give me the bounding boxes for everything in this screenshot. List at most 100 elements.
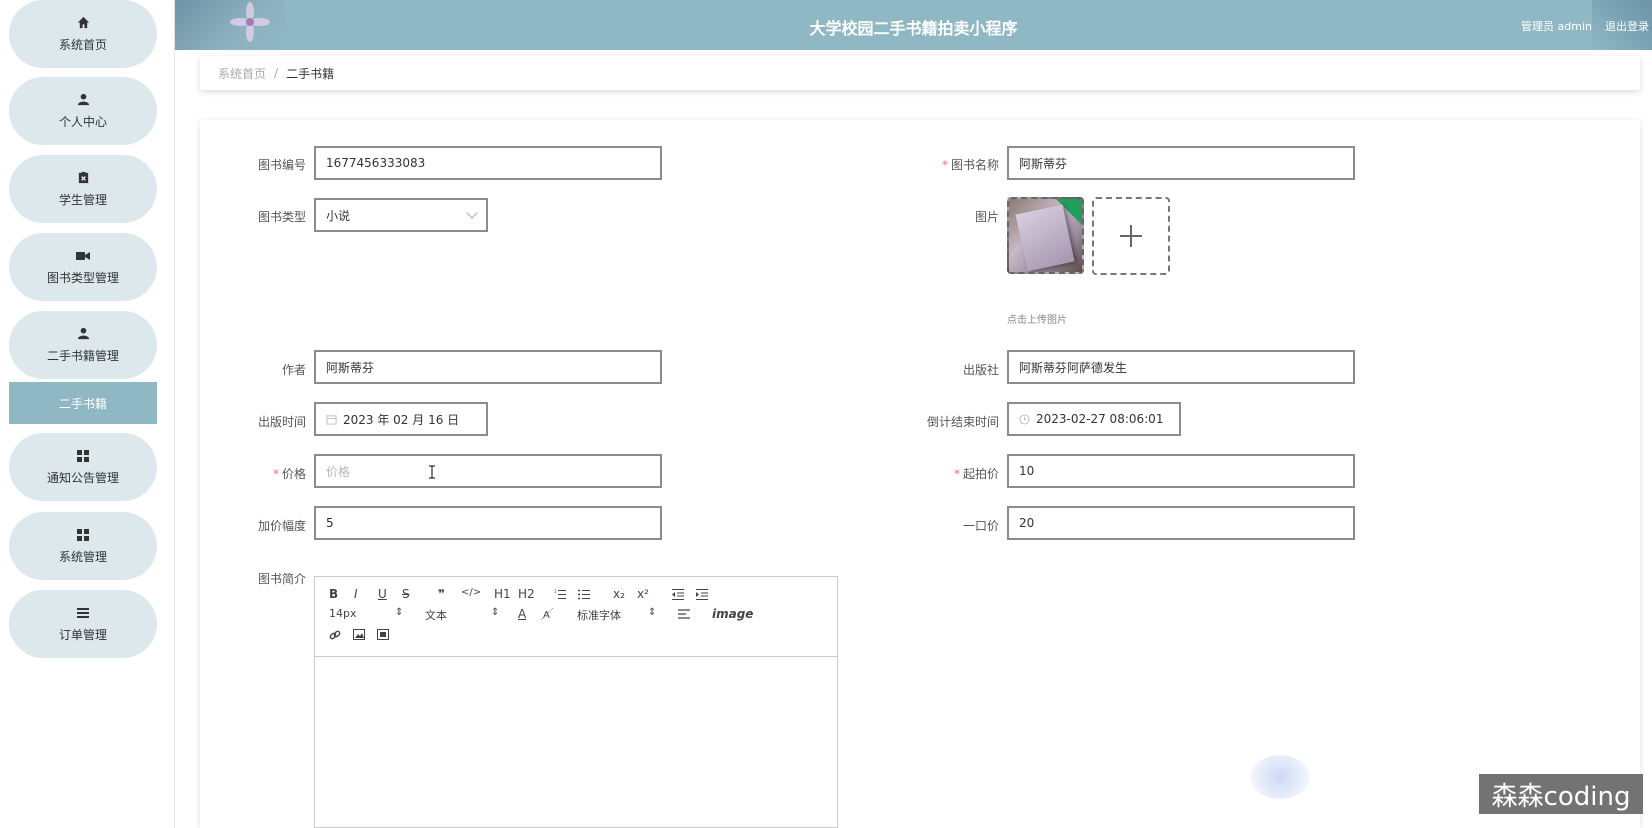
- svg-text:1: 1: [554, 589, 557, 594]
- increment-label: 加价幅度: [257, 519, 306, 533]
- italic-button[interactable]: I: [354, 587, 358, 601]
- editor-content[interactable]: [315, 657, 837, 827]
- camera-icon: [76, 249, 90, 263]
- editor-toolbar: B I U S ❞ </> H1 H2 1 x₂ x² 14px ⇕ 文本 ⇕ …: [315, 577, 837, 657]
- start-price-label: * 起拍价: [953, 467, 999, 481]
- font-family-arrows-icon: ⇕: [648, 607, 657, 618]
- breadcrumb-home[interactable]: 系统首页: [218, 65, 266, 82]
- top-header: 大学校园二手书籍拍卖小程序 管理员 admin 退出登录: [175, 0, 1652, 50]
- sidebar-item-profile[interactable]: 个人中心: [9, 77, 157, 145]
- grid-icon: [76, 449, 90, 463]
- price-label: * 价格: [272, 467, 306, 481]
- start-price-input[interactable]: 10: [1007, 454, 1355, 488]
- bold-button[interactable]: B: [329, 587, 338, 601]
- buyout-price-label: 一口价: [962, 519, 999, 533]
- bullet-list-icon[interactable]: [578, 589, 590, 600]
- blur-decoration: [1250, 755, 1310, 799]
- book-no-label: 图书编号: [257, 158, 306, 172]
- book-cover-image: [1015, 204, 1075, 272]
- image-label: 图片: [974, 210, 999, 224]
- grid-icon: [76, 528, 90, 542]
- increment-input[interactable]: 5: [314, 506, 662, 540]
- svg-text:A: A: [543, 610, 550, 620]
- publish-date-label: 出版时间: [257, 415, 306, 429]
- sidebar-item-students[interactable]: 学生管理: [9, 155, 157, 223]
- sidebar-item-book-types[interactable]: 图书类型管理: [9, 233, 157, 301]
- image-icon[interactable]: [353, 629, 365, 640]
- underline-button[interactable]: U: [378, 587, 387, 601]
- background-color-icon[interactable]: A: [541, 608, 553, 620]
- indent-icon[interactable]: [696, 589, 708, 600]
- publish-date-picker[interactable]: 2023 年 02 月 16 日: [314, 402, 488, 436]
- code-button[interactable]: </>: [461, 587, 481, 598]
- outdent-icon[interactable]: [672, 589, 684, 600]
- sidebar-item-label: 系统首页: [58, 37, 107, 52]
- book-type-label: 图书类型: [257, 210, 306, 224]
- quote-button[interactable]: ❞: [438, 587, 445, 601]
- chevron-down-icon: [466, 207, 478, 219]
- book-name-label: * 图书名称: [941, 158, 999, 172]
- sidebar-item-label: 个人中心: [58, 114, 107, 129]
- font-family-select[interactable]: 标准字体: [577, 607, 621, 623]
- user-icon: [76, 327, 90, 341]
- font-size-arrows-icon: ⇕: [395, 607, 404, 618]
- buyout-price-input[interactable]: 20: [1007, 506, 1355, 540]
- breadcrumb-current: 二手书籍: [286, 66, 335, 81]
- calendar-icon: [326, 414, 337, 425]
- sidebar-item-label: 系统管理: [58, 549, 107, 564]
- sidebar-item-label: 订单管理: [58, 627, 107, 642]
- sidebar-subitem-secondhand-books[interactable]: 二手书籍: [9, 382, 157, 424]
- book-no-input[interactable]: 1677456333083: [314, 146, 662, 180]
- book-type-select[interactable]: 小说: [314, 198, 488, 232]
- align-icon[interactable]: [678, 609, 690, 620]
- book-name-input[interactable]: 阿斯蒂芬: [1007, 146, 1355, 180]
- sidebar-subitem-label: 二手书籍: [58, 396, 107, 411]
- sidebar-item-system[interactable]: 系统管理: [9, 512, 157, 580]
- app-title: 大学校园二手书籍拍卖小程序: [809, 19, 1018, 38]
- sidebar-item-home[interactable]: 系统首页: [9, 0, 157, 68]
- book-image-thumbnail[interactable]: [1007, 197, 1084, 274]
- h2-button[interactable]: H2: [518, 587, 535, 601]
- sidebar-item-notices[interactable]: 通知公告管理: [9, 433, 157, 501]
- clear-format-button[interactable]: image: [712, 607, 753, 621]
- breadcrumb-separator: /: [274, 66, 279, 80]
- logout-link[interactable]: 退出登录: [1605, 18, 1649, 34]
- paragraph-select[interactable]: 文本: [425, 607, 447, 623]
- sidebar-item-secondhand-books[interactable]: 二手书籍管理: [9, 311, 157, 379]
- rich-text-editor: B I U S ❞ </> H1 H2 1 x₂ x² 14px ⇕ 文本 ⇕ …: [314, 576, 838, 828]
- upload-image-button[interactable]: [1092, 197, 1170, 275]
- plus-icon: [1120, 225, 1142, 247]
- video-icon[interactable]: [377, 629, 389, 640]
- watermark: 森森coding: [1479, 774, 1643, 814]
- strike-button[interactable]: S: [402, 587, 410, 601]
- sidebar-item-label: 学生管理: [58, 192, 107, 207]
- sidebar-item-label: 图书类型管理: [46, 270, 119, 285]
- sidebar: 系统首页 个人中心 学生管理 图书类型管理 二手书籍管理 二手书籍 通知公告管理: [0, 0, 175, 828]
- text-cursor-icon: [429, 465, 435, 479]
- subscript-button[interactable]: x₂: [613, 587, 625, 601]
- upload-tip: 点击上传图片: [1007, 315, 1067, 326]
- intro-label: 图书简介: [257, 572, 306, 586]
- user-label: 管理员 admin: [1521, 20, 1592, 33]
- superscript-button[interactable]: x²: [637, 587, 649, 601]
- ordered-list-icon[interactable]: 1: [554, 589, 566, 600]
- font-size-select[interactable]: 14px: [329, 607, 357, 620]
- list-icon: [76, 606, 90, 620]
- breadcrumb: 系统首页 / 二手书籍: [200, 56, 1640, 90]
- author-input[interactable]: 阿斯蒂芬: [314, 350, 662, 384]
- clock-icon: [1019, 413, 1030, 425]
- price-input[interactable]: 价格: [314, 454, 662, 488]
- paragraph-arrows-icon: ⇕: [491, 607, 500, 618]
- countdown-end-label: 倒计结束时间: [926, 415, 999, 429]
- sidebar-item-orders[interactable]: 订单管理: [9, 590, 157, 658]
- clipboard-icon: [76, 171, 90, 185]
- h1-button[interactable]: H1: [494, 587, 511, 601]
- font-color-button[interactable]: A: [518, 607, 526, 621]
- sidebar-item-label: 通知公告管理: [46, 470, 119, 485]
- countdown-end-picker[interactable]: 2023-02-27 08:06:01: [1007, 402, 1181, 436]
- publisher-input[interactable]: 阿斯蒂芬阿萨德发生: [1007, 350, 1355, 384]
- publisher-label: 出版社: [962, 363, 999, 377]
- user-icon: [76, 93, 90, 107]
- link-icon[interactable]: [329, 629, 341, 641]
- author-label: 作者: [281, 363, 306, 377]
